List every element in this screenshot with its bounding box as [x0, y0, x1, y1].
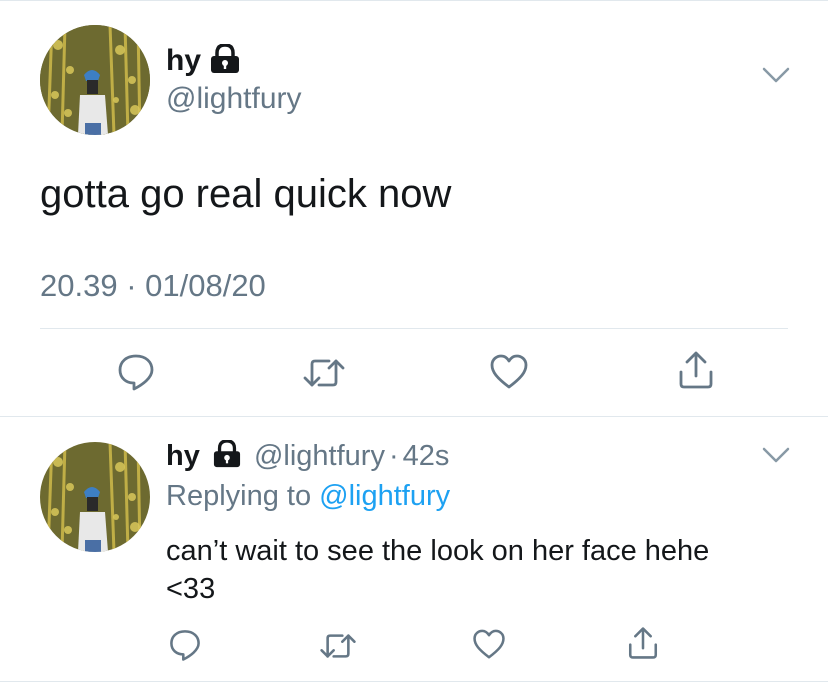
section-divider [0, 416, 828, 417]
chevron-down-icon[interactable] [762, 446, 790, 469]
bottom-divider [0, 681, 828, 682]
top-border [0, 0, 828, 1]
avatar[interactable] [40, 25, 150, 135]
separator: · [388, 440, 399, 472]
replying-to: Replying to @lightfury [166, 480, 450, 513]
reply-text: can’t wait to see the look on her face h… [166, 532, 709, 608]
share-icon[interactable] [676, 350, 716, 395]
comment-icon[interactable] [116, 352, 156, 397]
avatar[interactable] [40, 442, 150, 552]
retweet-icon[interactable] [319, 630, 357, 667]
tweet-text: gotta go real quick now [40, 172, 452, 216]
display-name[interactable]: hy [166, 44, 201, 78]
replying-handle-link[interactable]: @lightfury [319, 480, 450, 512]
reply-header: hy @lightfury · 42s [166, 439, 450, 476]
replying-prefix: Replying to [166, 480, 312, 512]
divider [40, 328, 788, 329]
lock-icon [207, 43, 243, 79]
timestamp[interactable]: 20.39 · 01/08/20 [40, 268, 266, 304]
time-ago[interactable]: 42s [403, 440, 450, 472]
handle[interactable]: @lightfury [254, 440, 385, 472]
share-icon[interactable] [626, 626, 660, 665]
heart-icon[interactable] [489, 354, 529, 395]
handle[interactable]: @lightfury [166, 82, 302, 116]
display-name[interactable]: hy [166, 440, 200, 472]
chevron-down-icon[interactable] [762, 66, 790, 89]
reply-text-line-1: can’t wait to see the look on her face h… [166, 535, 710, 567]
retweet-icon[interactable] [302, 355, 346, 396]
lock-icon [210, 439, 244, 476]
comment-icon[interactable] [168, 628, 202, 667]
reply-text-line-2: <33 [166, 573, 216, 605]
heart-icon[interactable] [472, 629, 506, 665]
